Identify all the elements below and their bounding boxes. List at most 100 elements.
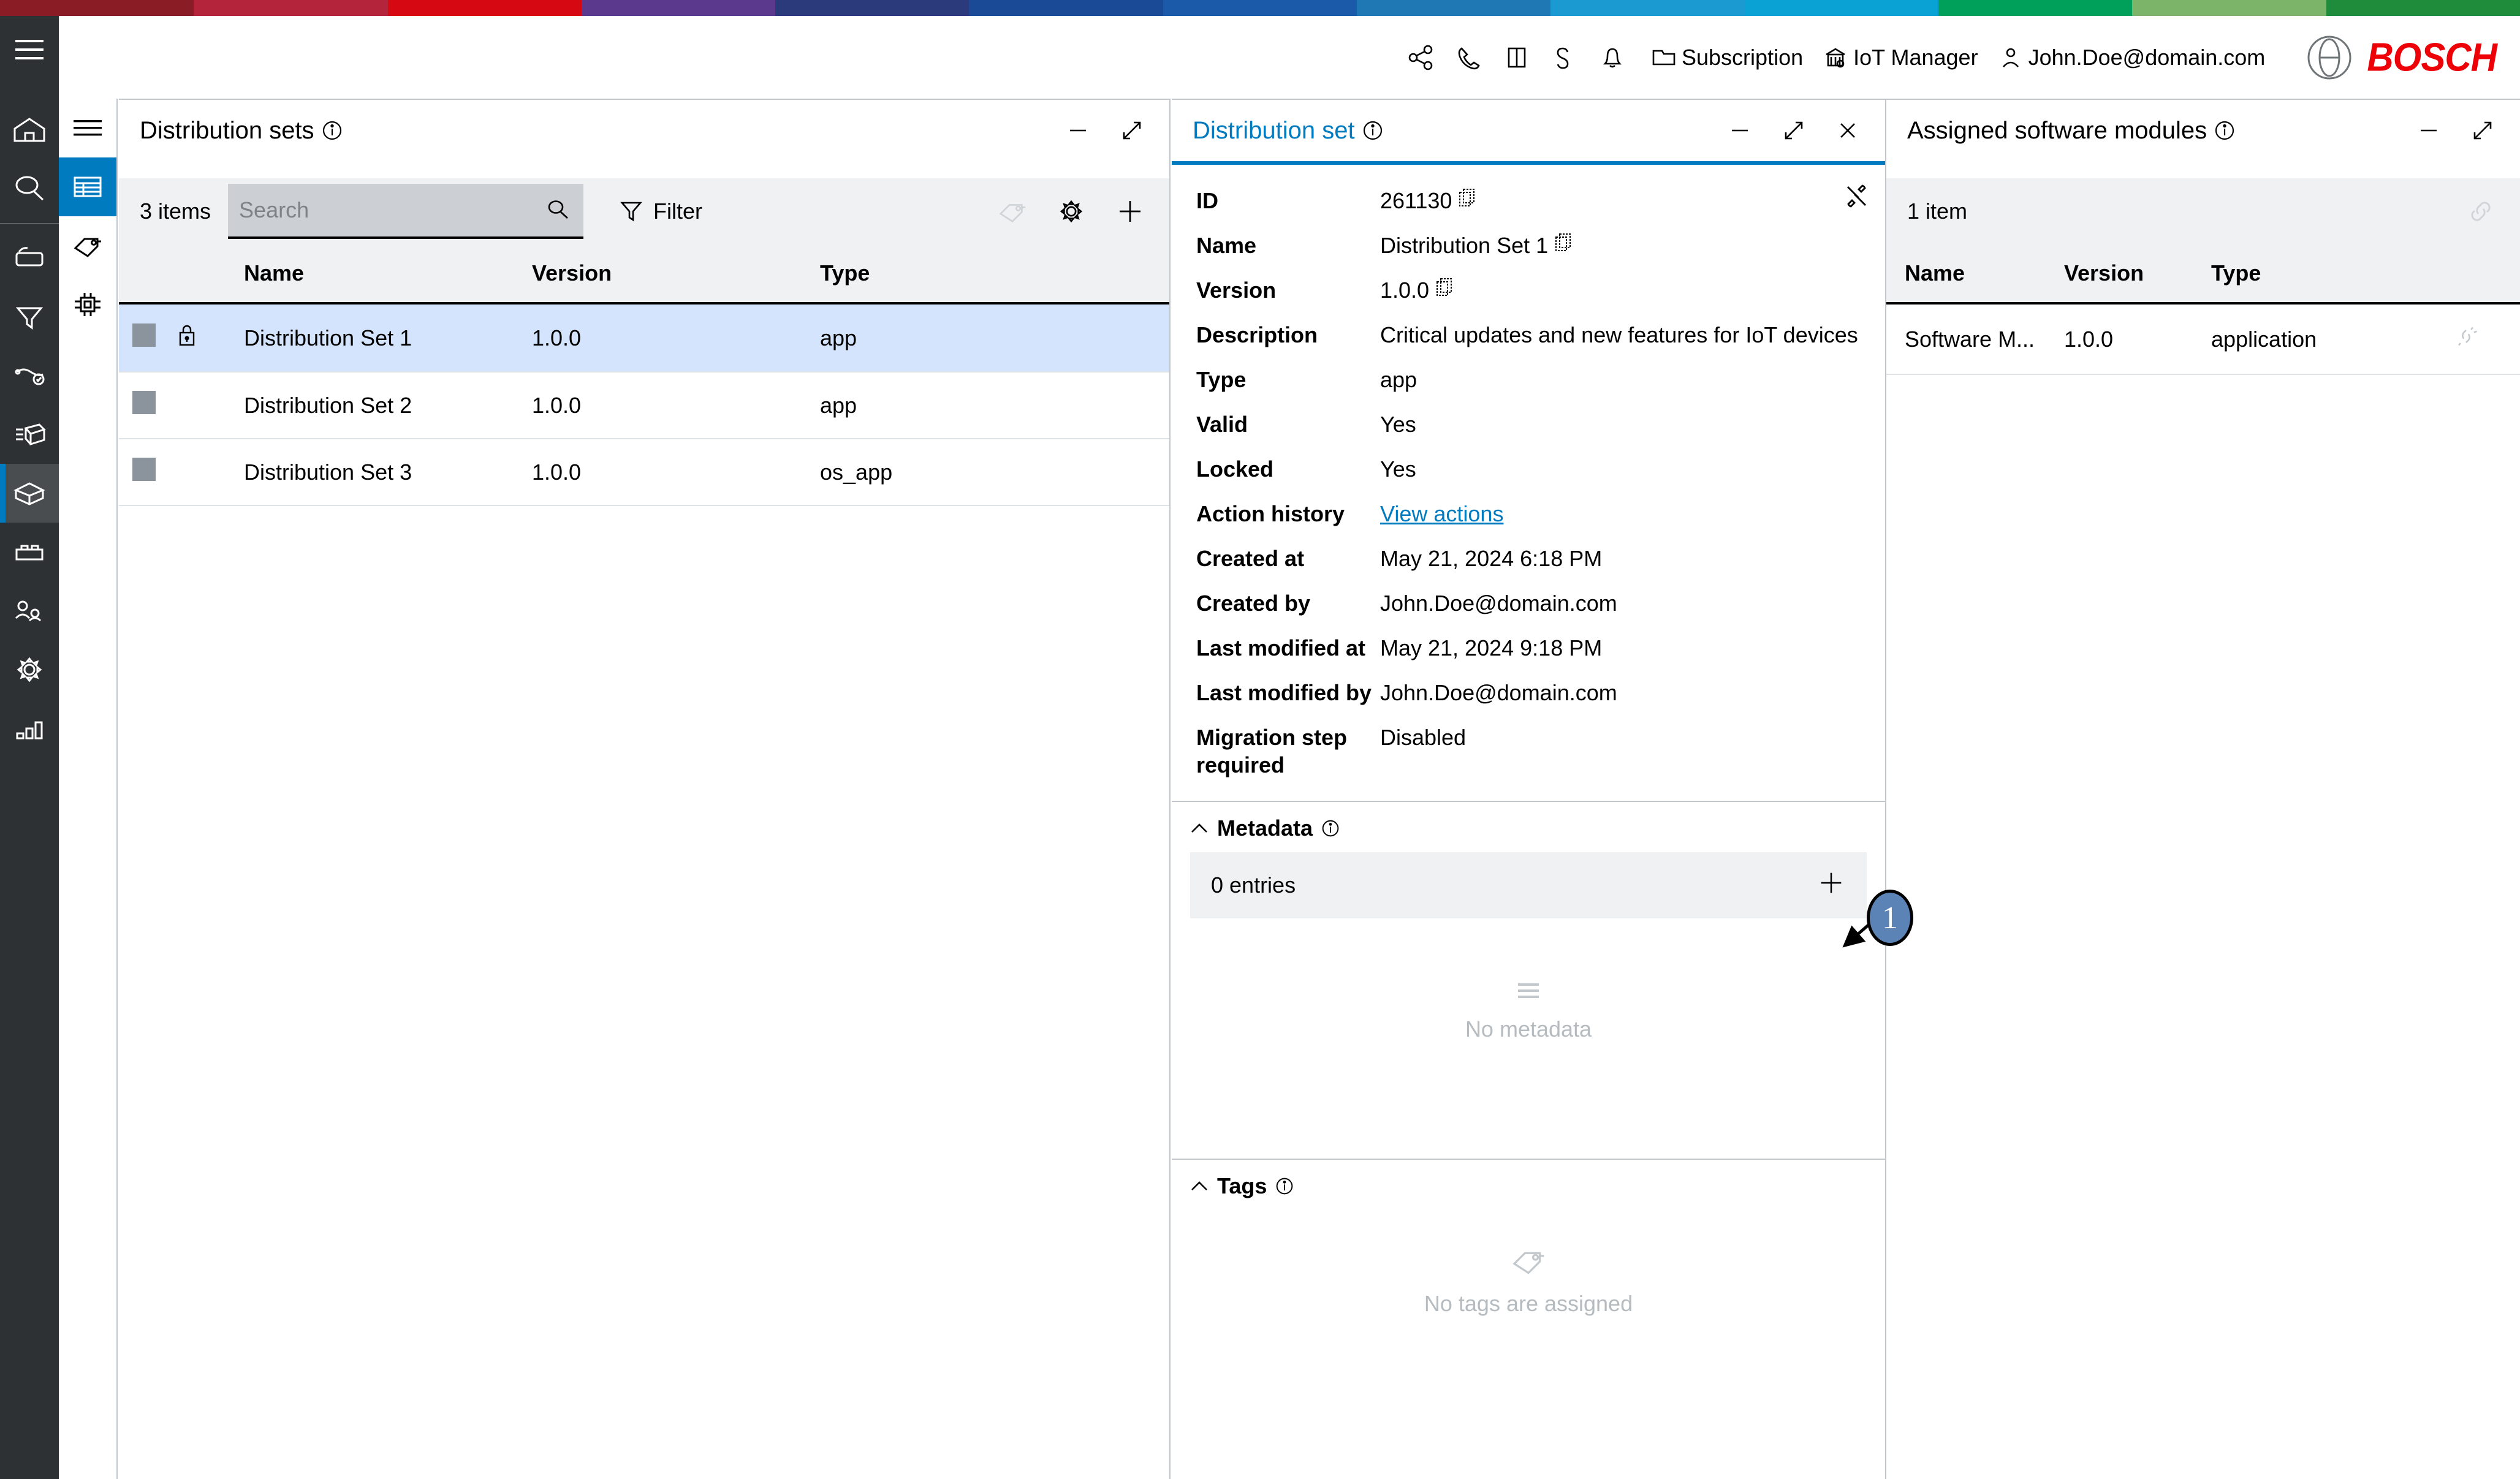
supergraphic-stripe [1357, 0, 1550, 16]
table-row[interactable]: Software M...1.0.0application [1886, 303, 2520, 374]
modules-panel-header: Assigned software modules [1886, 100, 2520, 161]
minimize-icon [1727, 118, 1753, 143]
row-version: 1.0.0 [532, 303, 820, 372]
notifications-button[interactable] [1588, 34, 1636, 81]
assign-module-button[interactable] [2462, 193, 2499, 230]
table-row[interactable]: Distribution Set 21.0.0app [119, 372, 1169, 439]
supergraphic-stripe [388, 0, 582, 16]
detail-field-label: Locked [1196, 455, 1380, 483]
sidebar-item-settings[interactable] [0, 640, 59, 699]
sidebar-item-search[interactable] [0, 159, 59, 218]
sidebar-item-users[interactable] [0, 581, 59, 640]
supergraphic-stripe [0, 0, 194, 16]
col-version[interactable]: Version [532, 244, 820, 303]
minimize-button[interactable] [1723, 114, 1756, 147]
sidebar-item-statistics[interactable] [0, 699, 59, 758]
funnel-icon [12, 301, 47, 333]
sidebar-item-rollouts[interactable] [0, 346, 59, 405]
brick-icon [12, 536, 47, 568]
tag-icon [1510, 1244, 1547, 1277]
copy-icon[interactable] [1554, 232, 1573, 253]
detail-value-text: Distribution Set 1 [1380, 232, 1548, 259]
supergraphic-stripe [2326, 0, 2520, 16]
col-type[interactable]: Type [2211, 244, 2453, 303]
secondary-item-distribution-sets-table[interactable] [59, 157, 116, 216]
copy-icon[interactable] [1458, 187, 1476, 208]
row-name: Distribution Set 3 [244, 439, 532, 505]
subscription-button[interactable]: Subscription [1645, 34, 1808, 81]
info-icon[interactable] [322, 120, 343, 141]
info-icon[interactable] [2214, 120, 2235, 141]
detail-tools-button[interactable] [1842, 181, 1872, 213]
sidebar-item-home[interactable] [0, 100, 59, 159]
bosch-logo: BOSCH [2306, 34, 2497, 81]
detail-value-text: app [1380, 366, 1417, 393]
row-type: app [820, 303, 1169, 372]
row-version: 1.0.0 [2064, 303, 2211, 374]
search-input[interactable] [239, 197, 544, 223]
sidebar-item-devices[interactable] [0, 229, 59, 287]
copy-button[interactable] [1554, 232, 1573, 259]
info-icon[interactable] [1275, 1177, 1294, 1195]
panel-title-group: Distribution sets [140, 117, 343, 145]
filter-button[interactable]: Filter [619, 198, 702, 225]
sidebar-item-artifacts[interactable] [0, 523, 59, 581]
sidebar-item-distribution-sets[interactable] [0, 464, 59, 523]
expand-button[interactable] [1115, 114, 1148, 147]
copy-icon[interactable] [1435, 277, 1454, 298]
info-icon[interactable] [1321, 819, 1340, 838]
minimize-button[interactable] [2412, 114, 2445, 147]
metadata-section-header[interactable]: Metadata [1172, 801, 1885, 852]
detail-field-label: Description [1196, 321, 1380, 349]
table-row[interactable]: Distribution Set 11.0.0app [119, 303, 1169, 372]
sidebar-item-menu-burger[interactable] [0, 16, 59, 83]
expand-button[interactable] [2466, 114, 2499, 147]
docs-button[interactable] [1493, 34, 1541, 81]
view-actions-link[interactable]: View actions [1380, 500, 1503, 528]
copy-button[interactable] [1458, 187, 1476, 214]
detail-field-label: Last modified at [1196, 634, 1380, 662]
copy-button[interactable] [1435, 276, 1454, 304]
share-button[interactable] [1397, 34, 1445, 81]
top-header: Subscription IoT Manager John.Doe@domain… [59, 16, 2520, 99]
tag-icon [72, 232, 104, 260]
info-icon[interactable] [1362, 120, 1383, 141]
secondary-item-tags[interactable] [59, 216, 116, 275]
secondary-menu-burger[interactable] [59, 99, 116, 157]
items-count-label: 3 items [140, 199, 211, 224]
expand-button[interactable] [1777, 114, 1810, 147]
modules-header-row: Name Version Type [1886, 244, 2520, 303]
col-type[interactable]: Type [820, 244, 1169, 303]
phone-button[interactable] [1445, 34, 1493, 81]
box-icon [12, 477, 47, 509]
user-menu-button[interactable]: John.Doe@domain.com [1992, 34, 2271, 81]
table-settings-button[interactable] [1053, 193, 1090, 230]
create-distribution-set-button[interactable] [1112, 193, 1148, 230]
assign-tag-button[interactable] [994, 193, 1031, 230]
detail-field: DescriptionCritical updates and new feat… [1196, 321, 1861, 349]
box-open-icon [12, 418, 47, 450]
close-button[interactable] [1831, 114, 1864, 147]
add-metadata-button[interactable] [1816, 868, 1846, 903]
search-icon[interactable] [544, 196, 572, 224]
col-version[interactable]: Version [2064, 244, 2211, 303]
table-row[interactable]: Distribution Set 31.0.0os_app [119, 439, 1169, 505]
row-action[interactable] [2453, 303, 2520, 374]
paragraph-icon [1549, 42, 1580, 73]
bosch-anchor-icon [2306, 34, 2353, 81]
search-field[interactable] [228, 184, 583, 239]
tags-empty-text: No tags are assigned [1424, 1291, 1633, 1317]
col-name[interactable]: Name [1886, 244, 2064, 303]
secondary-item-types[interactable] [59, 275, 116, 334]
secondary-sidebar [59, 99, 118, 1479]
detail-field-label: Name [1196, 232, 1380, 259]
detail-field-value[interactable]: View actions [1380, 500, 1503, 528]
col-name[interactable]: Name [244, 244, 532, 303]
sidebar-item-software-modules[interactable] [0, 405, 59, 464]
distribution-sets-panel-actions [1061, 114, 1148, 147]
sidebar-item-filters[interactable] [0, 287, 59, 346]
legal-button[interactable] [1541, 34, 1588, 81]
iot-manager-button[interactable]: IoT Manager [1816, 34, 1983, 81]
tags-section-header[interactable]: Tags [1172, 1159, 1885, 1210]
minimize-button[interactable] [1061, 114, 1095, 147]
